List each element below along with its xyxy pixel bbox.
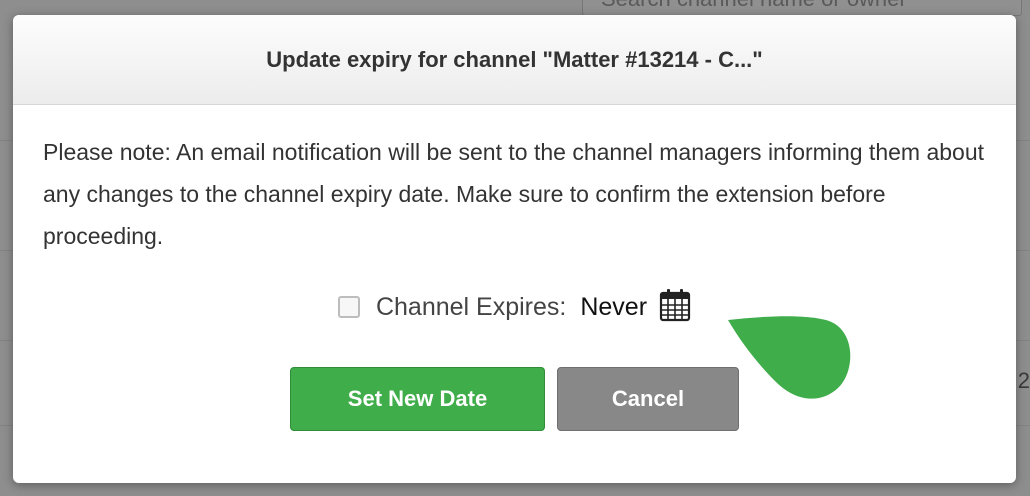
background-partial-number: 2 xyxy=(1017,368,1030,393)
expiry-date-field[interactable]: Never xyxy=(570,281,658,333)
notification-note: Please note: An email notification will … xyxy=(43,139,985,249)
update-expiry-modal: Update expiry for channel "Matter #13214… xyxy=(13,15,1016,483)
channel-expires-checkbox[interactable] xyxy=(337,296,360,318)
set-new-date-button[interactable]: Set New Date xyxy=(290,367,545,431)
background-search-input: Search channel name or owner xyxy=(582,0,1022,16)
cancel-button[interactable]: Cancel xyxy=(557,367,739,431)
channel-expires-label: Channel Expires: xyxy=(375,292,567,321)
modal-title: Update expiry for channel "Matter #13214… xyxy=(266,46,763,72)
modal-header: Update expiry for channel "Matter #13214… xyxy=(13,15,1016,105)
calendar-icon[interactable] xyxy=(659,288,691,322)
pointer-cursor-icon xyxy=(728,316,851,399)
modal-body: Please note: An email notification will … xyxy=(13,105,1016,431)
